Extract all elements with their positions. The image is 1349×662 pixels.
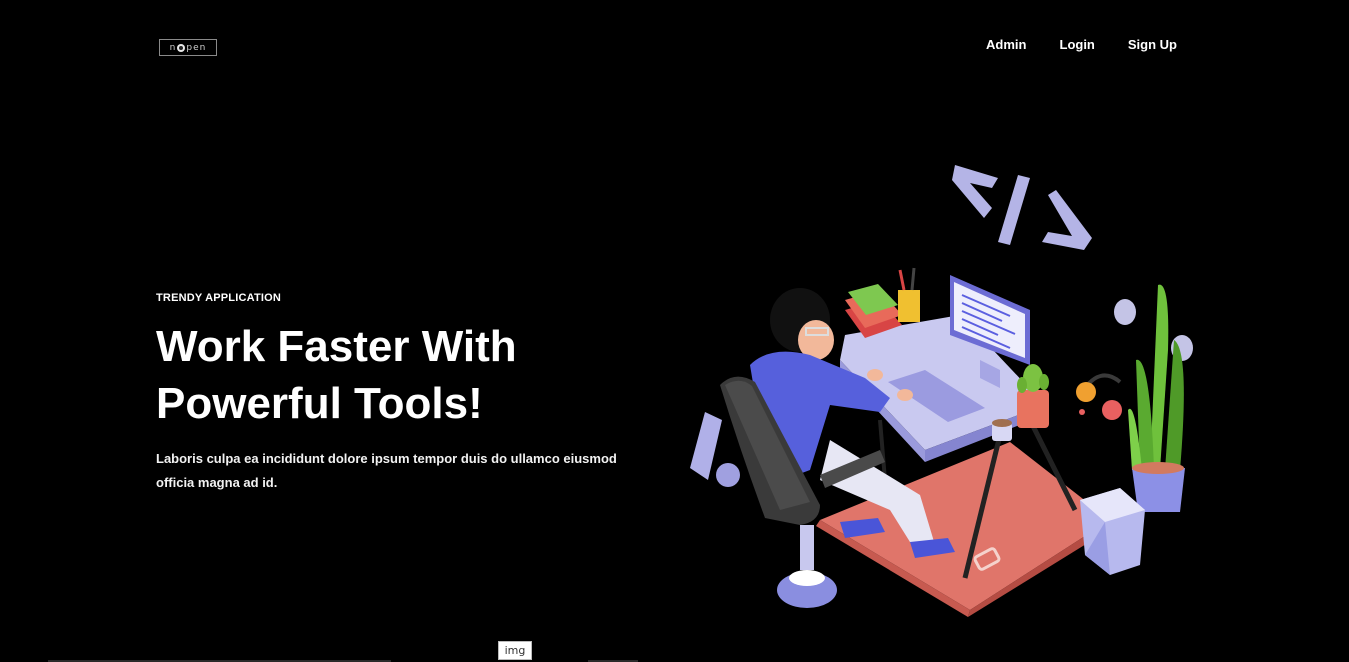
hero-eyebrow: TRENDY APPLICATION (156, 292, 282, 304)
logo-text-left: n (169, 42, 177, 53)
hero-headline-line1: Work Faster With (156, 322, 517, 371)
coffee-cup (992, 419, 1012, 441)
top-nav: Admin Login Sign Up (986, 37, 1177, 52)
logo[interactable]: n pen (159, 39, 217, 56)
headphones (1076, 373, 1122, 420)
logo-text-right: pen (186, 42, 207, 53)
pencil-cup (898, 290, 920, 322)
code-symbol-icon (952, 165, 1092, 250)
hero-headline-line2: Powerful Tools! (156, 379, 483, 428)
desk-cactus (1017, 364, 1049, 428)
developer-desk-illustration (690, 165, 1193, 617)
hero-description: Laboris culpa ea incididunt dolore ipsum… (156, 451, 617, 490)
trash-bin (1080, 488, 1145, 575)
page: n pen Admin Login Sign Up TRENDY APPLICA… (0, 0, 1349, 662)
nav-admin-link[interactable]: Admin (986, 37, 1026, 52)
hero-headline: Work Faster With Powerful Tools! (156, 318, 676, 432)
tall-plant (1114, 284, 1193, 512)
nav-login-link[interactable]: Login (1060, 37, 1095, 52)
logo-eye-icon (177, 43, 186, 52)
img-placeholder-label: img (498, 641, 532, 660)
nav-signup-link[interactable]: Sign Up (1128, 37, 1177, 52)
